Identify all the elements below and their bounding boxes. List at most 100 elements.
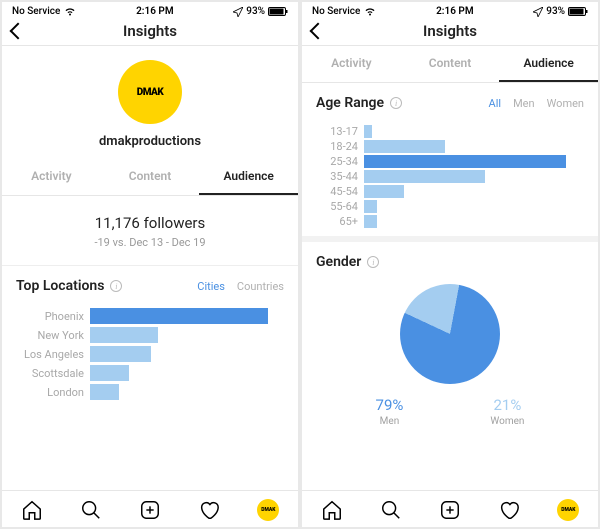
top-locations-chart: Phoenix New York Los Angeles Scottsdale Lond…	[2, 298, 298, 409]
filter-women[interactable]: Women	[547, 97, 584, 110]
bar-label: 45-54	[316, 185, 364, 198]
gender-pie-chart	[302, 274, 598, 390]
back-icon[interactable]	[310, 23, 327, 40]
profile-icon[interactable]: DMAK	[557, 499, 579, 521]
bar-label: Los Angeles	[16, 348, 90, 361]
tab-activity[interactable]: Activity	[302, 46, 401, 82]
bar-fill	[90, 346, 151, 362]
bar-track	[90, 365, 284, 381]
activity-heart-icon[interactable]	[198, 499, 220, 521]
info-icon[interactable]: i	[110, 280, 122, 292]
men-label: Men	[376, 416, 404, 427]
bar-row: 55-64	[316, 200, 584, 213]
bar-track	[90, 346, 284, 362]
phone-right: No Service 2:16 PM 93% Insights Activity…	[302, 2, 598, 527]
location-icon	[233, 7, 243, 17]
profile-header: DMAK dmakproductions	[2, 46, 298, 159]
add-post-icon[interactable]	[139, 499, 161, 521]
tab-audience[interactable]: Audience	[499, 46, 598, 82]
bar-label: 18-24	[316, 140, 364, 153]
bar-track	[90, 308, 284, 324]
bar-row: 13-17	[316, 125, 584, 138]
bar-track	[90, 327, 284, 343]
bar-row: Scottsdale	[16, 365, 284, 381]
tab-audience[interactable]: Audience	[199, 159, 298, 195]
bar-track	[90, 384, 284, 400]
home-icon[interactable]	[321, 499, 343, 521]
search-icon[interactable]	[80, 499, 102, 521]
bar-label: Phoenix	[16, 310, 90, 323]
bar-fill	[364, 155, 566, 168]
age-range-title: Age Range	[316, 95, 384, 111]
avatar[interactable]: DMAK	[118, 60, 182, 124]
bar-fill	[90, 384, 119, 400]
bottom-nav: DMAK	[2, 490, 298, 527]
top-locations-title: Top Locations	[16, 278, 104, 294]
bar-track	[364, 155, 584, 168]
bar-row: 35-44	[316, 170, 584, 183]
info-icon[interactable]: i	[390, 97, 402, 109]
bar-label: 65+	[316, 215, 364, 228]
clock: 2:16 PM	[136, 6, 174, 17]
page-title: Insights	[2, 22, 298, 40]
add-post-icon[interactable]	[439, 499, 461, 521]
tab-content[interactable]: Content	[101, 159, 200, 195]
carrier-text: No Service	[12, 6, 60, 17]
bar-row: London	[16, 384, 284, 400]
search-icon[interactable]	[380, 499, 402, 521]
bar-row: 25-34	[316, 155, 584, 168]
gender-men: 79% Men	[376, 396, 404, 427]
bar-label: New York	[16, 329, 90, 342]
profile-icon[interactable]: DMAK	[257, 499, 279, 521]
bar-fill	[364, 170, 485, 183]
bar-fill	[364, 215, 377, 228]
bar-fill	[90, 327, 158, 343]
battery-pct: 93%	[246, 6, 265, 17]
home-icon[interactable]	[21, 499, 43, 521]
tab-content[interactable]: Content	[401, 46, 500, 82]
back-icon[interactable]	[10, 23, 27, 40]
bar-row: 65+	[316, 215, 584, 228]
tab-activity[interactable]: Activity	[2, 159, 101, 195]
filter-all[interactable]: All	[489, 97, 502, 110]
status-bar: No Service 2:16 PM 93%	[2, 2, 298, 19]
filter-cities[interactable]: Cities	[197, 280, 225, 293]
bar-label: 55-64	[316, 200, 364, 213]
women-label: Women	[490, 416, 524, 427]
age-range-section: Age Range i All Men Women	[302, 83, 598, 115]
bar-track	[364, 215, 584, 228]
status-bar: No Service 2:16 PM 93%	[302, 2, 598, 19]
bar-fill	[90, 308, 268, 324]
filter-men[interactable]: Men	[513, 97, 535, 110]
info-icon[interactable]: i	[367, 256, 379, 268]
wifi-icon	[64, 7, 76, 16]
bar-track	[364, 140, 584, 153]
bar-row: Phoenix	[16, 308, 284, 324]
bar-row: 45-54	[316, 185, 584, 198]
gender-section: Gender i	[302, 242, 598, 274]
bar-fill	[90, 365, 129, 381]
filter-countries[interactable]: Countries	[237, 280, 284, 293]
followers-summary: 11,176 followers -19 vs. Dec 13 - Dec 19	[2, 196, 298, 266]
men-pct: 79%	[376, 396, 404, 414]
bar-track	[364, 200, 584, 213]
bottom-nav: DMAK	[302, 490, 598, 527]
women-pct: 21%	[490, 396, 524, 414]
wifi-icon	[364, 7, 376, 16]
bar-label: Scottsdale	[16, 367, 90, 380]
bar-fill	[364, 185, 404, 198]
bar-row: New York	[16, 327, 284, 343]
bar-label: 25-34	[316, 155, 364, 168]
location-icon	[533, 7, 543, 17]
bar-label: 13-17	[316, 125, 364, 138]
insights-tabs: Activity Content Audience	[2, 159, 298, 196]
bar-label: 35-44	[316, 170, 364, 183]
bar-track	[364, 125, 584, 138]
bar-row: Los Angeles	[16, 346, 284, 362]
clock: 2:16 PM	[436, 6, 474, 17]
activity-heart-icon[interactable]	[498, 499, 520, 521]
battery-pct: 93%	[546, 6, 565, 17]
bar-fill	[364, 200, 377, 213]
insights-tabs: Activity Content Audience	[302, 46, 598, 83]
bar-fill	[364, 140, 445, 153]
